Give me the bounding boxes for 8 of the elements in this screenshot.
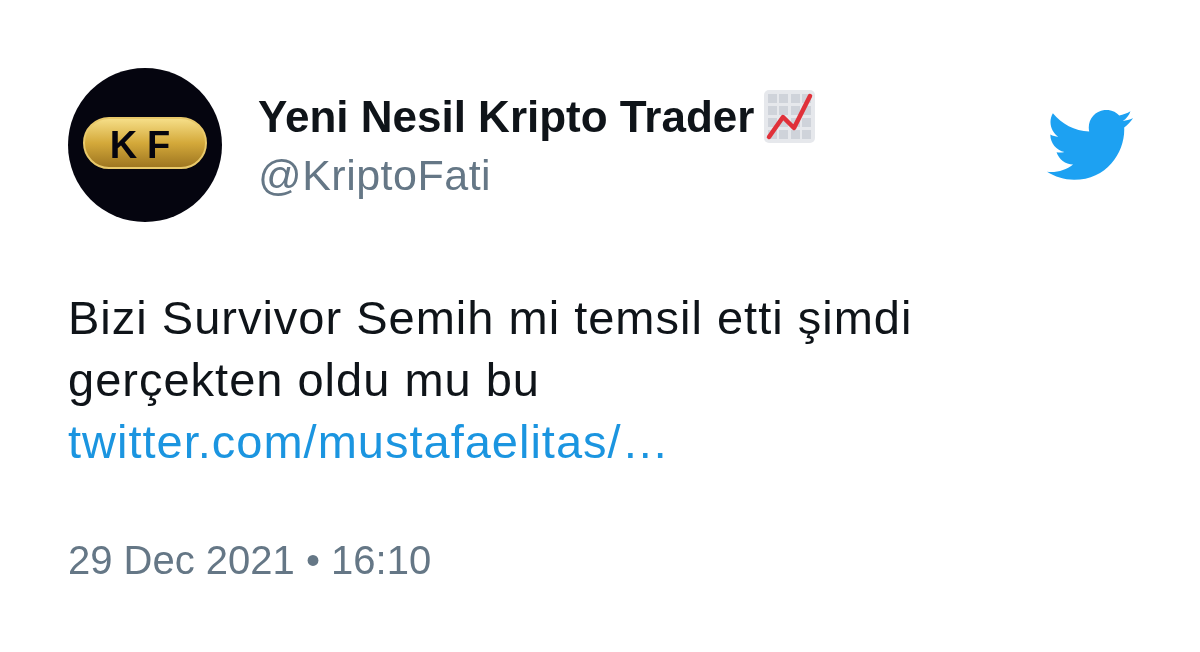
tweet-timestamp: 29 Dec 2021 • 16:10 [68, 537, 432, 584]
rising-chart-icon [764, 90, 816, 143]
account-handle: @KriptoFati [258, 151, 493, 199]
logo-avatar: KF [68, 68, 222, 222]
tweet-text: Bizi Survivor Semih mi temsil etti şimdi gerçekten oldu mu bu [68, 290, 914, 408]
bird-icon [1047, 110, 1133, 180]
account-name: Yeni Nesil Kripto Trader [258, 92, 755, 141]
tweet-link[interactable]: twitter.com/mustafaelitas/… [68, 411, 670, 473]
